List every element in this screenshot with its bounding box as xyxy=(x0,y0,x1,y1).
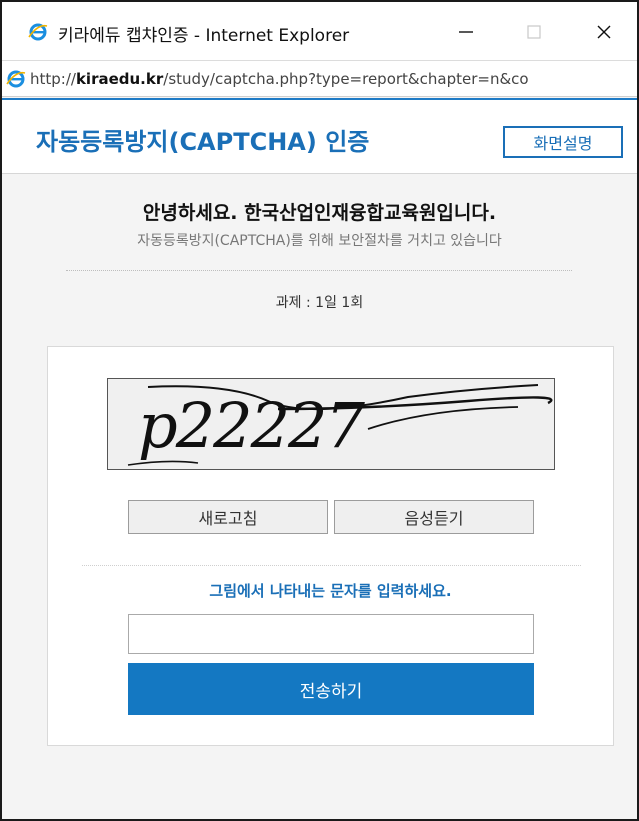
page-header: 자동등록방지(CAPTCHA) 인증 화면설명 xyxy=(2,98,637,174)
window-title: 키라에듀 캡챠인증 - Internet Explorer xyxy=(58,26,350,46)
captcha-image: p22227 xyxy=(107,378,555,470)
audio-button[interactable]: 음성듣기 xyxy=(334,500,534,534)
address-bar[interactable]: http://kiraedu.kr/study/captcha.php?type… xyxy=(2,60,637,97)
submit-button[interactable]: 전송하기 xyxy=(128,663,534,715)
url-text[interactable]: http://kiraedu.kr/study/captcha.php?type… xyxy=(30,70,529,88)
captcha-card: p22227 새로고침 음성듣기 그림에서 나타내는 문자를 입력하세요. 전송… xyxy=(47,346,614,746)
maximize-icon xyxy=(527,25,541,39)
divider xyxy=(66,270,572,271)
screen-help-button[interactable]: 화면설명 xyxy=(503,126,623,158)
maximize-button[interactable] xyxy=(514,16,554,48)
greeting-subtext: 자동등록방지(CAPTCHA)를 위해 보안절차를 거치고 있습니다 xyxy=(137,233,502,249)
captcha-action-row: 새로고침 음성듣기 xyxy=(128,500,534,534)
divider xyxy=(82,565,581,566)
internet-explorer-icon xyxy=(28,22,48,42)
title-bar: 키라에듀 캡챠인증 - Internet Explorer xyxy=(2,2,637,60)
url-prefix: http:// xyxy=(30,70,76,88)
close-icon xyxy=(597,25,611,39)
input-instruction: 그림에서 나타내는 문자를 입력하세요. xyxy=(209,582,452,600)
captcha-answer-input[interactable] xyxy=(128,614,534,654)
page-title: 자동등록방지(CAPTCHA) 인증 xyxy=(36,128,370,156)
refresh-button[interactable]: 새로고침 xyxy=(128,500,328,534)
browser-window: 키라에듀 캡챠인증 - Internet Explorer http://kir… xyxy=(0,0,639,821)
url-path: /study/captcha.php?type=report&chapter=n… xyxy=(163,70,529,88)
greeting-heading: 안녕하세요. 한국산업인재융합교육원입니다. xyxy=(142,202,497,224)
task-quota-text: 과제 : 1일 1회 xyxy=(275,295,364,311)
close-button[interactable] xyxy=(584,16,624,48)
minimize-button[interactable] xyxy=(446,16,486,48)
page-icon xyxy=(6,69,26,89)
url-domain: kiraedu.kr xyxy=(75,70,164,88)
minimize-icon xyxy=(459,31,473,33)
captcha-text: p22227 xyxy=(138,389,365,462)
